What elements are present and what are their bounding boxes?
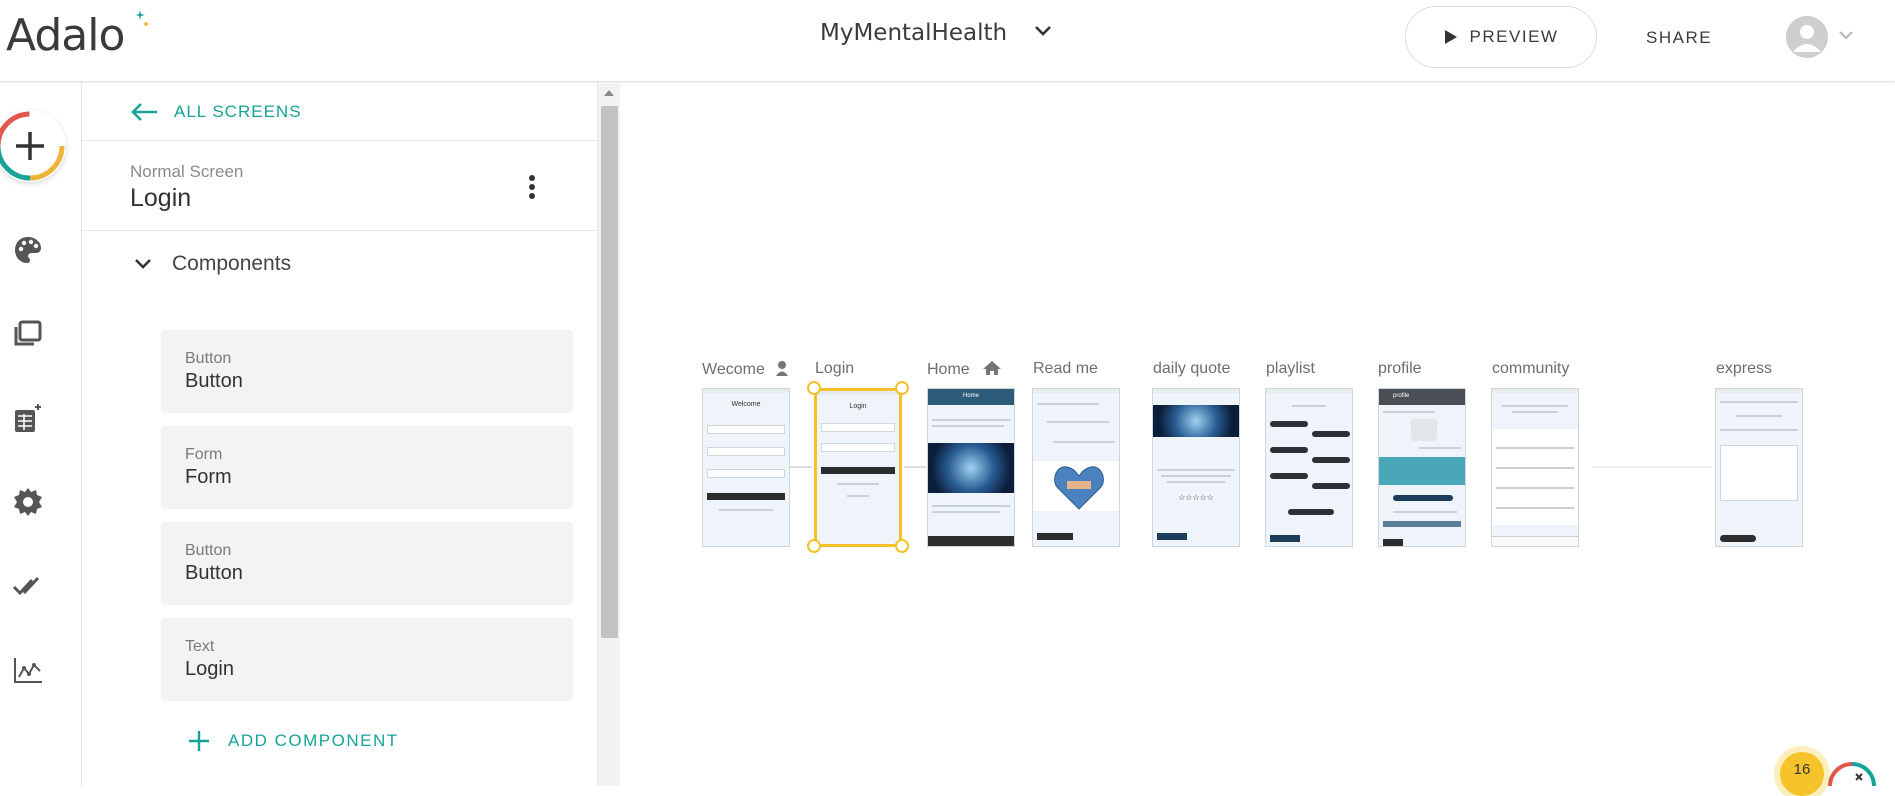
arrow-left-icon <box>131 103 157 121</box>
add-component-button[interactable]: ADD COMPONENT <box>188 730 399 752</box>
component-name: Form <box>185 466 232 488</box>
screen-label[interactable]: daily quote <box>1153 360 1230 378</box>
scroll-thumb[interactable] <box>601 106 618 638</box>
scroll-up-arrow[interactable] <box>604 90 614 96</box>
top-bar: Adalo MyMentalHealth PREVIEW SHARE <box>0 0 1895 82</box>
avatar[interactable] <box>1786 16 1828 58</box>
chevron-down-icon[interactable] <box>1838 30 1854 40</box>
screen-thumbnail-login[interactable]: Login <box>814 388 902 547</box>
component-type: Button <box>185 350 232 367</box>
double-check-icon[interactable] <box>12 570 44 602</box>
thumbnail-title: Login <box>849 403 867 410</box>
database-icon[interactable] <box>12 402 44 434</box>
screen-thumbnail-community[interactable] <box>1491 388 1579 547</box>
palette-icon[interactable] <box>12 234 44 266</box>
screen-label-text: Wecome <box>702 361 765 378</box>
component-item[interactable]: Button Button <box>161 330 573 413</box>
help-fab-icon[interactable] <box>1826 754 1876 786</box>
adalo-logo[interactable]: Adalo <box>6 10 125 61</box>
notification-badge[interactable]: 16 <box>1780 752 1824 796</box>
screen-panel: ALL SCREENS Normal Screen Login Componen… <box>82 82 598 786</box>
component-item[interactable]: Text Login <box>161 618 573 701</box>
screen-label[interactable]: profile <box>1378 360 1422 378</box>
screen-link <box>904 466 926 468</box>
divider <box>82 230 598 231</box>
screen-thumbnail-profile[interactable]: profile <box>1378 388 1466 547</box>
sparkle-icon <box>136 10 149 27</box>
panel-scrollbar[interactable] <box>598 84 620 786</box>
thumbnail-title: Welcome <box>731 401 761 408</box>
component-name: Button <box>185 370 243 392</box>
screen-label[interactable]: playlist <box>1266 360 1315 378</box>
add-component-fab[interactable] <box>0 110 66 182</box>
thumbnail-title: Home <box>962 393 979 399</box>
component-type: Form <box>185 446 223 463</box>
user-icon <box>776 361 789 376</box>
screen-label[interactable]: Login <box>815 360 854 378</box>
screen-link <box>790 466 812 468</box>
screen-name[interactable]: Login <box>130 184 191 213</box>
screens-canvas[interactable]: Wecome Login Home Read me daily quote pl… <box>622 82 1895 786</box>
component-type: Text <box>185 638 215 655</box>
divider <box>82 140 598 141</box>
app-name[interactable]: MyMentalHealth <box>820 20 1007 46</box>
component-name: Login <box>185 658 234 680</box>
share-button[interactable]: SHARE <box>1646 28 1712 48</box>
add-icon <box>0 111 65 181</box>
screen-label[interactable]: Wecome <box>702 360 789 379</box>
add-component-label: ADD COMPONENT <box>228 731 399 750</box>
resize-handle[interactable] <box>807 539 821 553</box>
screen-label[interactable]: Read me <box>1033 360 1098 378</box>
home-icon <box>983 361 1002 375</box>
screen-thumbnail-welcome[interactable]: Welcome <box>702 388 790 547</box>
thumbnail-title: profile <box>1393 393 1410 399</box>
user-icon <box>1787 17 1827 57</box>
heart-icon <box>1054 466 1104 510</box>
screen-thumbnail-express[interactable] <box>1715 388 1803 547</box>
components-label: Components <box>172 252 292 275</box>
chevron-down-icon[interactable] <box>1034 25 1052 37</box>
plus-icon <box>189 731 209 751</box>
left-toolbar <box>0 82 82 786</box>
resize-handle[interactable] <box>807 381 821 395</box>
all-screens-link[interactable]: ALL SCREENS <box>130 102 302 122</box>
screen-thumbnail-home[interactable]: Home <box>927 388 1015 547</box>
component-item[interactable]: Button Button <box>161 522 573 605</box>
rating-stars: ☆☆☆☆☆ <box>1178 493 1214 502</box>
screen-thumbnail-daily-quote[interactable]: ☆☆☆☆☆ <box>1152 388 1240 547</box>
screens-icon[interactable] <box>12 318 44 350</box>
screen-label-text: Home <box>927 361 970 378</box>
components-toggle[interactable]: Components <box>134 252 291 276</box>
screen-link <box>1592 466 1712 468</box>
gear-icon[interactable] <box>12 486 44 518</box>
screen-label[interactable]: express <box>1716 360 1772 378</box>
screen-thumbnail-playlist[interactable] <box>1265 388 1353 547</box>
all-screens-label: ALL SCREENS <box>174 102 302 121</box>
screen-type: Normal Screen <box>130 162 244 181</box>
component-name: Button <box>185 562 243 584</box>
chevron-down-icon <box>135 259 151 269</box>
more-options-icon[interactable] <box>522 172 542 208</box>
play-icon <box>1444 30 1457 44</box>
screen-label[interactable]: community <box>1492 360 1569 378</box>
component-item[interactable]: Form Form <box>161 426 573 509</box>
screen-label[interactable]: Home <box>927 360 1002 379</box>
screen-thumbnail-read-me[interactable] <box>1032 388 1120 547</box>
analytics-icon[interactable] <box>12 654 44 686</box>
component-type: Button <box>185 542 232 559</box>
resize-handle[interactable] <box>895 381 909 395</box>
preview-button[interactable]: PREVIEW <box>1405 6 1597 68</box>
preview-label: PREVIEW <box>1469 27 1559 46</box>
resize-handle[interactable] <box>895 539 909 553</box>
